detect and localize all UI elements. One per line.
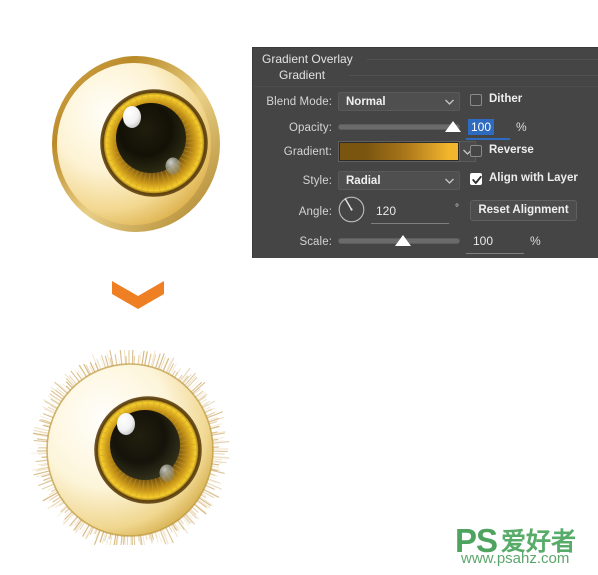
- reset-alignment-button[interactable]: Reset Alignment: [470, 200, 577, 221]
- panel-title: Gradient Overlay: [262, 52, 353, 66]
- chevron-down-icon: [110, 277, 166, 313]
- panel-subtitle: Gradient: [279, 68, 325, 82]
- angle-input-underline: [371, 223, 449, 224]
- check-icon: [472, 175, 482, 185]
- angle-unit: °: [455, 203, 459, 214]
- gradient-swatch-button[interactable]: [338, 141, 460, 162]
- blend-mode-label: Blend Mode:: [253, 96, 332, 108]
- dither-label: Dither: [489, 93, 522, 105]
- style-value: Radial: [346, 175, 381, 187]
- scale-value-input[interactable]: 100: [470, 233, 496, 249]
- reverse-label: Reverse: [489, 144, 534, 156]
- scale-input-underline: [466, 253, 524, 254]
- opacity-value-input[interactable]: 100: [468, 119, 494, 135]
- blend-mode-row: Blend Mode: Normal Dither: [253, 90, 598, 116]
- chevron-down-icon: [445, 99, 454, 105]
- align-with-layer-checkbox-box: [470, 173, 482, 185]
- gradient-preview: [340, 143, 458, 160]
- dither-checkbox-box: [470, 94, 482, 106]
- gradient-row: Gradient: Reverse: [253, 141, 598, 167]
- angle-value-input[interactable]: 120: [373, 203, 399, 219]
- blend-mode-select[interactable]: Normal: [338, 92, 460, 111]
- style-row: Style: Radial Align with Layer: [253, 169, 598, 195]
- angle-dial[interactable]: [338, 196, 365, 223]
- blend-mode-value: Normal: [346, 96, 386, 108]
- eyeball-illustration-before: [48, 48, 228, 238]
- chevron-down-svg: [110, 277, 166, 313]
- scale-unit: %: [530, 234, 541, 248]
- gradient-overlay-panel: Gradient Overlay Gradient Blend Mode: No…: [252, 47, 598, 258]
- site-watermark: PS 爱好者 www.psahz.com: [455, 524, 595, 570]
- opacity-row: Opacity: 100 %: [253, 116, 598, 142]
- opacity-unit: %: [516, 120, 527, 134]
- opacity-slider[interactable]: [338, 124, 460, 130]
- opacity-input-underline: [466, 138, 510, 140]
- align-with-layer-label: Align with Layer: [489, 172, 578, 184]
- eyeball-svg-before: [48, 48, 228, 238]
- angle-row: Angle: 120 ° Reset Alignment: [253, 197, 598, 223]
- section-divider: [253, 86, 598, 87]
- scale-row: Scale: 100 %: [253, 230, 598, 256]
- chevron-down-icon: [445, 178, 454, 184]
- eyeball-illustration-after: [26, 350, 236, 545]
- gradient-label: Gradient:: [253, 146, 332, 158]
- title-rule: [367, 59, 598, 60]
- angle-label: Angle:: [253, 206, 332, 218]
- scale-label: Scale:: [253, 236, 332, 248]
- style-select[interactable]: Radial: [338, 171, 460, 190]
- reverse-checkbox-box: [470, 145, 482, 157]
- opacity-slider-thumb[interactable]: [445, 121, 461, 132]
- subtitle-rule: [349, 75, 598, 76]
- style-label: Style:: [253, 175, 332, 187]
- eyeball-svg-after: [26, 350, 236, 545]
- scale-slider-thumb[interactable]: [395, 235, 411, 246]
- opacity-label: Opacity:: [253, 122, 332, 134]
